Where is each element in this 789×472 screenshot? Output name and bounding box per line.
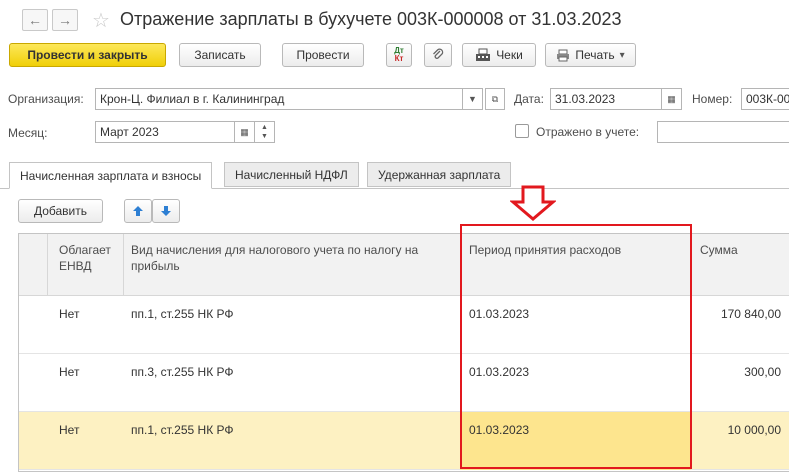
date-field[interactable]: 31.03.2023 <box>550 88 662 110</box>
checks-button[interactable]: Чеки <box>462 43 536 67</box>
dropdown-caret-icon: ▾ <box>619 49 625 61</box>
arrow-down-icon <box>161 206 171 216</box>
column-divider <box>47 234 48 296</box>
kt-icon: Кт <box>394 54 404 63</box>
tab-withheld-salary[interactable]: Удержанная зарплата <box>367 162 512 187</box>
arrow-left-icon: ← <box>28 12 42 28</box>
printer-icon <box>557 49 570 61</box>
column-divider <box>123 234 124 296</box>
date-label: Дата: <box>514 92 544 106</box>
forward-button[interactable]: → <box>52 9 78 31</box>
month-label: Месяц: <box>8 126 48 140</box>
organization-dropdown-button[interactable]: ▼ <box>463 88 483 110</box>
move-down-button[interactable] <box>152 199 180 223</box>
dt-kt-button[interactable]: Дт Кт <box>386 43 412 67</box>
cell-envd: Нет <box>59 307 80 321</box>
column-header-accrual-type[interactable]: Вид начисления для налогового учета по н… <box>131 242 451 274</box>
cash-register-icon <box>476 48 491 61</box>
highlight-frame <box>460 224 692 469</box>
calendar-icon: ▦ <box>240 126 249 137</box>
paperclip-icon <box>433 48 444 59</box>
page-title: Отражение зарплаты в бухучете 003К-00000… <box>120 9 622 29</box>
dropdown-caret-icon: ▼ <box>468 94 477 104</box>
cell-sum: 300,00 <box>744 365 781 379</box>
print-label: Печать <box>575 48 615 62</box>
cell-accrual-type: пп.1, ст.255 НК РФ <box>131 423 234 437</box>
cell-accrual-type: пп.3, ст.255 НК РФ <box>131 365 234 379</box>
save-button[interactable]: Записать <box>179 43 261 67</box>
number-field[interactable]: 003К-00 <box>741 88 789 110</box>
cell-sum: 10 000,00 <box>727 423 781 437</box>
move-up-button[interactable] <box>124 199 152 223</box>
cell-envd: Нет <box>59 423 80 437</box>
add-button[interactable]: Добавить <box>18 199 103 223</box>
date-calendar-button[interactable]: ▦ <box>662 88 682 110</box>
cell-envd: Нет <box>59 365 80 379</box>
attach-button[interactable] <box>424 43 452 67</box>
month-calendar-button[interactable]: ▦ <box>235 121 255 143</box>
month-stepper[interactable]: ▲ ▼ <box>255 121 275 143</box>
reflected-checkbox[interactable] <box>515 124 529 138</box>
organization-label: Организация: <box>8 92 84 106</box>
open-link-icon: ⧉ <box>491 93 499 104</box>
month-field[interactable]: Март 2023 <box>95 121 235 143</box>
column-header-envd[interactable]: Облагает ЕНВД <box>59 242 121 274</box>
cell-sum: 170 840,00 <box>720 307 781 321</box>
column-header-sum[interactable]: Сумма <box>700 242 785 258</box>
checks-label: Чеки <box>496 48 523 62</box>
favorite-star-icon[interactable]: ☆ <box>92 8 110 33</box>
number-label: Номер: <box>692 92 733 106</box>
back-button[interactable]: ← <box>22 9 48 31</box>
stepper-down-icon: ▼ <box>261 133 268 140</box>
stepper-up-icon: ▲ <box>261 124 268 131</box>
arrow-up-icon <box>133 206 143 216</box>
organization-open-button[interactable]: ⧉ <box>485 88 505 110</box>
cell-accrual-type: пп.1, ст.255 НК РФ <box>131 307 234 321</box>
post-button[interactable]: Провести <box>282 43 364 67</box>
tab-accrued-ndfl[interactable]: Начисленный НДФЛ <box>224 162 359 187</box>
organization-field[interactable]: Крон-Ц. Филиал в г. Калининград <box>95 88 463 110</box>
reflected-field[interactable] <box>657 121 789 143</box>
post-and-close-button[interactable]: Провести и закрыть <box>9 43 166 67</box>
down-arrow-annotation-icon <box>510 185 556 221</box>
arrow-right-icon: → <box>58 12 72 28</box>
reflected-label: Отражено в учете: <box>536 125 640 139</box>
calendar-icon: ▦ <box>667 93 676 104</box>
tab-accrued-salary[interactable]: Начисленная зарплата и взносы <box>9 162 213 189</box>
print-button[interactable]: Печать ▾ <box>545 43 636 67</box>
